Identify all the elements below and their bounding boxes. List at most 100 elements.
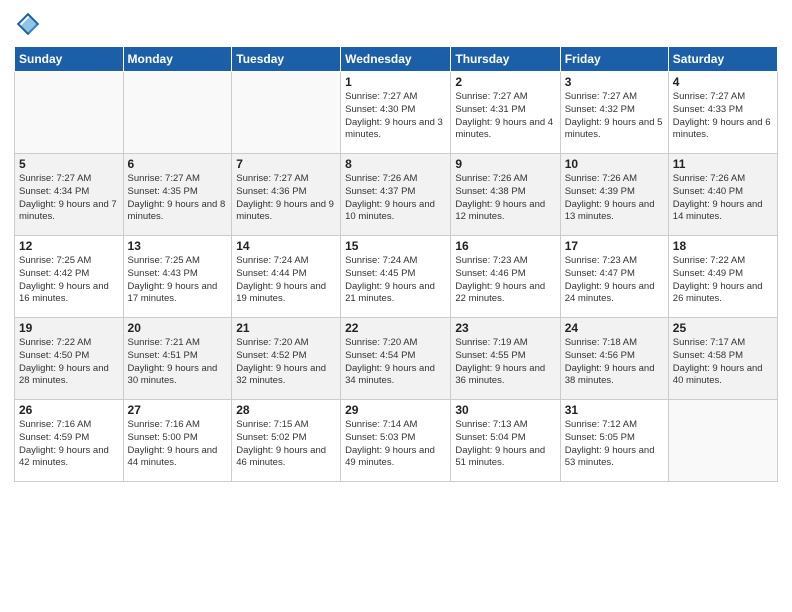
day-info: Sunrise: 7:27 AM Sunset: 4:32 PM Dayligh… [565,91,664,142]
calendar-cell: 1Sunrise: 7:27 AM Sunset: 4:30 PM Daylig… [341,72,451,154]
day-info: Sunrise: 7:20 AM Sunset: 4:52 PM Dayligh… [236,337,336,388]
calendar-cell: 13Sunrise: 7:25 AM Sunset: 4:43 PM Dayli… [123,236,232,318]
calendar-cell: 27 Sunrise: 7:16 AM Sunset: 5:00 PM Dayli… [123,400,232,482]
day-info: Sunrise: 7:14 AM Sunset: 5:03 PM Dayligh… [345,419,446,470]
day-info: Sunrise: 7:25 AM Sunset: 4:42 PM Dayligh… [19,255,119,306]
day-info: Sunrise: 7:24 AM Sunset: 4:44 PM Dayligh… [236,255,336,306]
day-info: Sunrise: 7:22 AM Sunset: 4:50 PM Dayligh… [19,337,119,388]
day-info: Sunrise: 7:25 AM Sunset: 4:43 PM Dayligh… [128,255,228,306]
calendar-cell: 5 Sunrise: 7:27 AM Sunset: 4:34 PM Daylig… [15,154,124,236]
logo [14,10,46,38]
day-number: 19 [19,321,119,335]
day-info: Sunrise: 7:26 AM Sunset: 4:38 PM Dayligh… [455,173,555,224]
week-row-2: 5 Sunrise: 7:27 AM Sunset: 4:34 PM Daylig… [15,154,778,236]
day-number: 7 [236,157,336,171]
day-number: 4 [673,75,773,89]
calendar-cell [232,72,341,154]
day-number: 22 [345,321,446,335]
day-info: Sunrise: 7:12 AM Sunset: 5:05 PM Dayligh… [565,419,664,470]
day-number: 12 [19,239,119,253]
calendar-cell: 16 Sunrise: 7:23 AM Sunset: 4:46 PM Dayli… [451,236,560,318]
day-info: Sunrise: 7:20 AM Sunset: 4:54 PM Dayligh… [345,337,446,388]
day-number: 3 [565,75,664,89]
calendar-cell: 9Sunrise: 7:26 AM Sunset: 4:38 PM Daylig… [451,154,560,236]
week-row-5: 26 Sunrise: 7:16 AM Sunset: 4:59 PM Dayli… [15,400,778,482]
day-info: Sunrise: 7:16 AM Sunset: 4:59 PM Dayligh… [19,419,119,470]
calendar-cell: 21 Sunrise: 7:20 AM Sunset: 4:52 PM Dayli… [232,318,341,400]
calendar-cell: 12 Sunrise: 7:25 AM Sunset: 4:42 PM Dayli… [15,236,124,318]
calendar: SundayMondayTuesdayWednesdayThursdayFrid… [14,46,778,482]
calendar-cell: 17 Sunrise: 7:23 AM Sunset: 4:47 PM Dayli… [560,236,668,318]
calendar-cell: 26 Sunrise: 7:16 AM Sunset: 4:59 PM Dayli… [15,400,124,482]
day-number: 25 [673,321,773,335]
day-number: 2 [455,75,555,89]
calendar-cell: 28 Sunrise: 7:15 AM Sunset: 5:02 PM Dayli… [232,400,341,482]
calendar-cell [668,400,777,482]
weekday-header-wednesday: Wednesday [341,47,451,72]
weekday-header-thursday: Thursday [451,47,560,72]
calendar-cell [123,72,232,154]
day-info: Sunrise: 7:23 AM Sunset: 4:47 PM Dayligh… [565,255,664,306]
day-info: Sunrise: 7:23 AM Sunset: 4:46 PM Dayligh… [455,255,555,306]
weekday-header-friday: Friday [560,47,668,72]
header [14,10,778,38]
day-info: Sunrise: 7:24 AM Sunset: 4:45 PM Dayligh… [345,255,446,306]
day-info: Sunrise: 7:16 AM Sunset: 5:00 PM Dayligh… [128,419,228,470]
day-info: Sunrise: 7:27 AM Sunset: 4:34 PM Dayligh… [19,173,119,224]
calendar-cell: 18Sunrise: 7:22 AM Sunset: 4:49 PM Dayli… [668,236,777,318]
calendar-cell: 29Sunrise: 7:14 AM Sunset: 5:03 PM Dayli… [341,400,451,482]
day-number: 26 [19,403,119,417]
day-number: 21 [236,321,336,335]
day-info: Sunrise: 7:22 AM Sunset: 4:49 PM Dayligh… [673,255,773,306]
weekday-header-row: SundayMondayTuesdayWednesdayThursdayFrid… [15,47,778,72]
day-number: 5 [19,157,119,171]
day-info: Sunrise: 7:26 AM Sunset: 4:40 PM Dayligh… [673,173,773,224]
day-number: 15 [345,239,446,253]
day-number: 6 [128,157,228,171]
day-info: Sunrise: 7:26 AM Sunset: 4:39 PM Dayligh… [565,173,664,224]
weekday-header-saturday: Saturday [668,47,777,72]
day-info: Sunrise: 7:27 AM Sunset: 4:36 PM Dayligh… [236,173,336,224]
day-info: Sunrise: 7:17 AM Sunset: 4:58 PM Dayligh… [673,337,773,388]
calendar-cell: 24Sunrise: 7:18 AM Sunset: 4:56 PM Dayli… [560,318,668,400]
day-number: 31 [565,403,664,417]
day-info: Sunrise: 7:21 AM Sunset: 4:51 PM Dayligh… [128,337,228,388]
logo-icon [14,10,42,38]
weekday-header-sunday: Sunday [15,47,124,72]
calendar-cell: 22 Sunrise: 7:20 AM Sunset: 4:54 PM Dayli… [341,318,451,400]
calendar-cell [15,72,124,154]
day-info: Sunrise: 7:19 AM Sunset: 4:55 PM Dayligh… [455,337,555,388]
calendar-cell: 31 Sunrise: 7:12 AM Sunset: 5:05 PM Dayli… [560,400,668,482]
day-number: 24 [565,321,664,335]
calendar-cell: 10 Sunrise: 7:26 AM Sunset: 4:39 PM Dayli… [560,154,668,236]
day-info: Sunrise: 7:27 AM Sunset: 4:33 PM Dayligh… [673,91,773,142]
day-number: 10 [565,157,664,171]
calendar-cell: 4 Sunrise: 7:27 AM Sunset: 4:33 PM Daylig… [668,72,777,154]
day-number: 17 [565,239,664,253]
calendar-cell: 8 Sunrise: 7:26 AM Sunset: 4:37 PM Daylig… [341,154,451,236]
day-number: 20 [128,321,228,335]
calendar-cell: 25 Sunrise: 7:17 AM Sunset: 4:58 PM Dayli… [668,318,777,400]
page-container: SundayMondayTuesdayWednesdayThursdayFrid… [0,0,792,488]
day-number: 11 [673,157,773,171]
day-info: Sunrise: 7:13 AM Sunset: 5:04 PM Dayligh… [455,419,555,470]
calendar-cell: 2 Sunrise: 7:27 AM Sunset: 4:31 PM Daylig… [451,72,560,154]
day-number: 27 [128,403,228,417]
calendar-cell: 7 Sunrise: 7:27 AM Sunset: 4:36 PM Daylig… [232,154,341,236]
weekday-header-tuesday: Tuesday [232,47,341,72]
calendar-cell: 23Sunrise: 7:19 AM Sunset: 4:55 PM Dayli… [451,318,560,400]
day-info: Sunrise: 7:15 AM Sunset: 5:02 PM Dayligh… [236,419,336,470]
week-row-1: 1Sunrise: 7:27 AM Sunset: 4:30 PM Daylig… [15,72,778,154]
day-info: Sunrise: 7:27 AM Sunset: 4:31 PM Dayligh… [455,91,555,142]
calendar-cell: 3 Sunrise: 7:27 AM Sunset: 4:32 PM Daylig… [560,72,668,154]
day-number: 16 [455,239,555,253]
day-number: 14 [236,239,336,253]
calendar-cell: 19 Sunrise: 7:22 AM Sunset: 4:50 PM Dayli… [15,318,124,400]
day-info: Sunrise: 7:26 AM Sunset: 4:37 PM Dayligh… [345,173,446,224]
day-number: 28 [236,403,336,417]
calendar-cell: 20 Sunrise: 7:21 AM Sunset: 4:51 PM Dayli… [123,318,232,400]
day-number: 8 [345,157,446,171]
calendar-cell: 30 Sunrise: 7:13 AM Sunset: 5:04 PM Dayli… [451,400,560,482]
day-number: 30 [455,403,555,417]
day-info: Sunrise: 7:27 AM Sunset: 4:30 PM Dayligh… [345,91,446,142]
